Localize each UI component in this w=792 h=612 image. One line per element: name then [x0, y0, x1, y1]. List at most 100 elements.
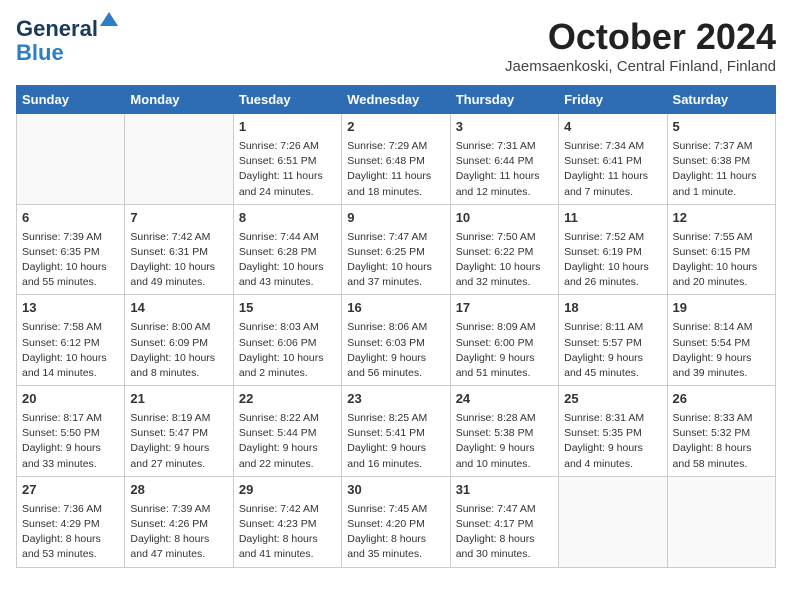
day-info: Sunrise: 8:09 AM Sunset: 6:00 PM Dayligh… — [456, 320, 553, 381]
day-number: 7 — [130, 209, 227, 228]
calendar-week-4: 20Sunrise: 8:17 AM Sunset: 5:50 PM Dayli… — [17, 386, 776, 477]
calendar-cell: 4 Sunrise: 7:34 AM Sunset: 6:41 PM Daylig… — [559, 114, 667, 205]
calendar-cell: 14 Sunrise: 8:00 AM Sunset: 6:09 PM Dayli… — [125, 295, 233, 386]
calendar-week-5: 27Sunrise: 7:36 AM Sunset: 4:29 PM Dayli… — [17, 476, 776, 567]
day-info: Sunrise: 8:33 AM Sunset: 5:32 PM Dayligh… — [673, 411, 770, 472]
calendar-cell: 13Sunrise: 7:58 AM Sunset: 6:12 PM Dayli… — [17, 295, 125, 386]
day-info: Sunrise: 8:00 AM Sunset: 6:09 PM Dayligh… — [130, 320, 227, 381]
weekday-header-friday: Friday — [559, 86, 667, 114]
weekday-header-thursday: Thursday — [450, 86, 558, 114]
day-number: 19 — [673, 299, 770, 318]
calendar-cell: 10Sunrise: 7:50 AM Sunset: 6:22 PM Dayli… — [450, 204, 558, 295]
calendar-cell — [125, 114, 233, 205]
day-info: Sunrise: 7:55 AM Sunset: 6:15 PM Dayligh… — [673, 230, 770, 291]
day-info: Sunrise: 7:26 AM Sunset: 6:51 PM Dayligh… — [239, 139, 336, 200]
day-info: Sunrise: 8:14 AM Sunset: 5:54 PM Dayligh… — [673, 320, 770, 381]
day-number: 29 — [239, 481, 336, 500]
day-number: 26 — [673, 390, 770, 409]
calendar-cell: 23 Sunrise: 8:25 AM Sunset: 5:41 PM Dayli… — [342, 386, 450, 477]
calendar-cell: 1 Sunrise: 7:26 AM Sunset: 6:51 PM Daylig… — [233, 114, 341, 205]
day-number: 9 — [347, 209, 444, 228]
day-info: Sunrise: 8:28 AM Sunset: 5:38 PM Dayligh… — [456, 411, 553, 472]
weekday-header-sunday: Sunday — [17, 86, 125, 114]
day-number: 25 — [564, 390, 661, 409]
logo: General Blue — [16, 16, 98, 66]
calendar-cell: 12Sunrise: 7:55 AM Sunset: 6:15 PM Dayli… — [667, 204, 775, 295]
day-info: Sunrise: 7:47 AM Sunset: 4:17 PM Dayligh… — [456, 502, 553, 563]
calendar-week-2: 6Sunrise: 7:39 AM Sunset: 6:35 PM Daylig… — [17, 204, 776, 295]
calendar-cell: 26 Sunrise: 8:33 AM Sunset: 5:32 PM Dayli… — [667, 386, 775, 477]
day-info: Sunrise: 8:03 AM Sunset: 6:06 PM Dayligh… — [239, 320, 336, 381]
calendar-cell: 25Sunrise: 8:31 AM Sunset: 5:35 PM Dayli… — [559, 386, 667, 477]
day-number: 14 — [130, 299, 227, 318]
calendar-cell — [559, 476, 667, 567]
logo-blue: Blue — [16, 40, 64, 66]
calendar-cell: 6Sunrise: 7:39 AM Sunset: 6:35 PM Daylig… — [17, 204, 125, 295]
calendar-cell: 7 Sunrise: 7:42 AM Sunset: 6:31 PM Daylig… — [125, 204, 233, 295]
day-info: Sunrise: 7:45 AM Sunset: 4:20 PM Dayligh… — [347, 502, 444, 563]
calendar-week-3: 13Sunrise: 7:58 AM Sunset: 6:12 PM Dayli… — [17, 295, 776, 386]
logo-icon — [100, 12, 118, 26]
day-info: Sunrise: 8:11 AM Sunset: 5:57 PM Dayligh… — [564, 320, 661, 381]
calendar-cell: 30Sunrise: 7:45 AM Sunset: 4:20 PM Dayli… — [342, 476, 450, 567]
day-info: Sunrise: 7:52 AM Sunset: 6:19 PM Dayligh… — [564, 230, 661, 291]
day-info: Sunrise: 7:29 AM Sunset: 6:48 PM Dayligh… — [347, 139, 444, 200]
day-info: Sunrise: 7:31 AM Sunset: 6:44 PM Dayligh… — [456, 139, 553, 200]
day-number: 6 — [22, 209, 119, 228]
day-number: 17 — [456, 299, 553, 318]
calendar-cell: 20Sunrise: 8:17 AM Sunset: 5:50 PM Dayli… — [17, 386, 125, 477]
calendar-cell: 29 Sunrise: 7:42 AM Sunset: 4:23 PM Dayli… — [233, 476, 341, 567]
day-number: 3 — [456, 118, 553, 137]
day-number: 4 — [564, 118, 661, 137]
day-info: Sunrise: 8:25 AM Sunset: 5:41 PM Dayligh… — [347, 411, 444, 472]
day-number: 20 — [22, 390, 119, 409]
day-info: Sunrise: 7:37 AM Sunset: 6:38 PM Dayligh… — [673, 139, 770, 200]
calendar-cell: 16 Sunrise: 8:06 AM Sunset: 6:03 PM Dayli… — [342, 295, 450, 386]
calendar-cell: 28Sunrise: 7:39 AM Sunset: 4:26 PM Dayli… — [125, 476, 233, 567]
calendar-cell — [667, 476, 775, 567]
calendar-cell: 18 Sunrise: 8:11 AM Sunset: 5:57 PM Dayli… — [559, 295, 667, 386]
day-number: 15 — [239, 299, 336, 318]
day-number: 22 — [239, 390, 336, 409]
day-number: 8 — [239, 209, 336, 228]
weekday-header-row: SundayMondayTuesdayWednesdayThursdayFrid… — [17, 86, 776, 114]
calendar-cell: 31 Sunrise: 7:47 AM Sunset: 4:17 PM Dayli… — [450, 476, 558, 567]
calendar-cell: 3 Sunrise: 7:31 AM Sunset: 6:44 PM Daylig… — [450, 114, 558, 205]
day-info: Sunrise: 8:22 AM Sunset: 5:44 PM Dayligh… — [239, 411, 336, 472]
location: Jaemsaenkoski, Central Finland, Finland — [505, 58, 776, 75]
calendar-cell: 27Sunrise: 7:36 AM Sunset: 4:29 PM Dayli… — [17, 476, 125, 567]
day-number: 5 — [673, 118, 770, 137]
day-info: Sunrise: 7:34 AM Sunset: 6:41 PM Dayligh… — [564, 139, 661, 200]
day-info: Sunrise: 7:50 AM Sunset: 6:22 PM Dayligh… — [456, 230, 553, 291]
day-number: 16 — [347, 299, 444, 318]
day-number: 1 — [239, 118, 336, 137]
calendar-cell — [17, 114, 125, 205]
day-number: 21 — [130, 390, 227, 409]
day-info: Sunrise: 7:42 AM Sunset: 6:31 PM Dayligh… — [130, 230, 227, 291]
day-info: Sunrise: 7:39 AM Sunset: 4:26 PM Dayligh… — [130, 502, 227, 563]
weekday-header-saturday: Saturday — [667, 86, 775, 114]
calendar-cell: 17 Sunrise: 8:09 AM Sunset: 6:00 PM Dayli… — [450, 295, 558, 386]
calendar-cell: 24Sunrise: 8:28 AM Sunset: 5:38 PM Dayli… — [450, 386, 558, 477]
page-header: General Blue October 2024 Jaemsaenkoski,… — [16, 16, 776, 75]
calendar-table: SundayMondayTuesdayWednesdayThursdayFrid… — [16, 85, 776, 568]
day-info: Sunrise: 7:42 AM Sunset: 4:23 PM Dayligh… — [239, 502, 336, 563]
calendar-cell: 5 Sunrise: 7:37 AM Sunset: 6:38 PM Daylig… — [667, 114, 775, 205]
day-number: 13 — [22, 299, 119, 318]
weekday-header-tuesday: Tuesday — [233, 86, 341, 114]
calendar-cell: 2 Sunrise: 7:29 AM Sunset: 6:48 PM Daylig… — [342, 114, 450, 205]
calendar-cell: 11 Sunrise: 7:52 AM Sunset: 6:19 PM Dayli… — [559, 204, 667, 295]
weekday-header-monday: Monday — [125, 86, 233, 114]
day-info: Sunrise: 8:06 AM Sunset: 6:03 PM Dayligh… — [347, 320, 444, 381]
day-info: Sunrise: 8:19 AM Sunset: 5:47 PM Dayligh… — [130, 411, 227, 472]
day-number: 11 — [564, 209, 661, 228]
calendar-cell: 21 Sunrise: 8:19 AM Sunset: 5:47 PM Dayli… — [125, 386, 233, 477]
day-info: Sunrise: 7:47 AM Sunset: 6:25 PM Dayligh… — [347, 230, 444, 291]
calendar-week-1: 1 Sunrise: 7:26 AM Sunset: 6:51 PM Daylig… — [17, 114, 776, 205]
day-number: 18 — [564, 299, 661, 318]
day-number: 31 — [456, 481, 553, 500]
title-section: October 2024 Jaemsaenkoski, Central Finl… — [505, 16, 776, 75]
day-number: 2 — [347, 118, 444, 137]
day-number: 23 — [347, 390, 444, 409]
day-info: Sunrise: 7:44 AM Sunset: 6:28 PM Dayligh… — [239, 230, 336, 291]
